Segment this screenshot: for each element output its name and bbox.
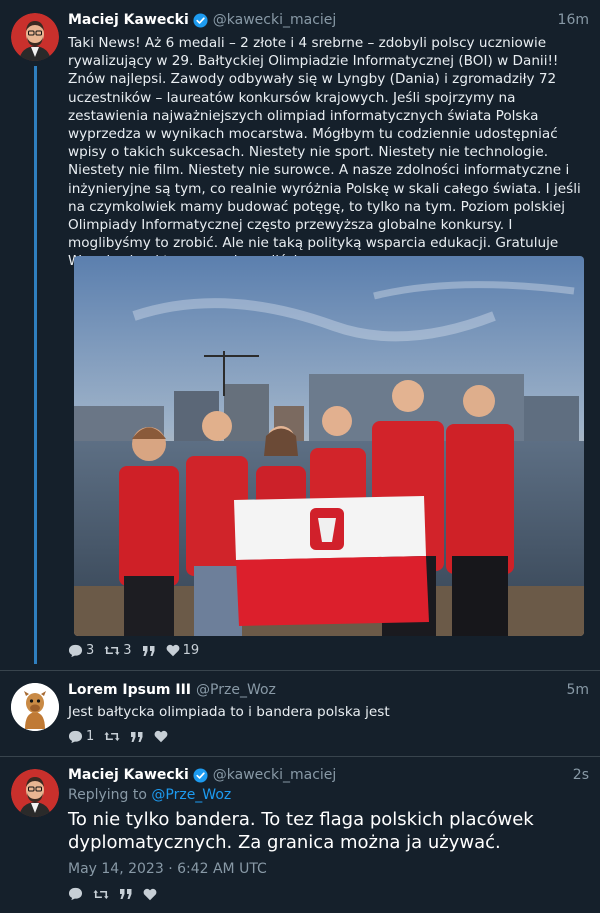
tweet-divider xyxy=(0,670,600,671)
quote-button[interactable] xyxy=(142,645,156,657)
reply-count: 3 xyxy=(86,643,95,658)
reply-count: 1 xyxy=(86,729,95,744)
author-name[interactable]: Maciej Kawecki xyxy=(68,767,189,783)
author-handle[interactable]: @Prze_Woz xyxy=(196,682,276,698)
replying-to-line: Replying to @Prze_Woz xyxy=(68,787,231,803)
like-icon xyxy=(166,644,179,657)
reply-button[interactable]: 3 xyxy=(68,643,94,658)
retweet-button[interactable] xyxy=(104,730,120,743)
reply-button[interactable]: 1 xyxy=(68,729,94,744)
tweet-header: Maciej Kawecki @kawecki_maciej xyxy=(68,10,336,30)
tweet-timestamp[interactable]: 2s xyxy=(573,767,589,783)
author-name[interactable]: Lorem Ipsum III xyxy=(68,682,191,698)
quote-button[interactable] xyxy=(130,731,144,743)
reply-icon xyxy=(68,644,83,657)
verified-badge-icon xyxy=(193,767,208,783)
replying-to-link[interactable]: @Prze_Woz xyxy=(151,787,231,803)
tweet-timestamp[interactable]: 5m xyxy=(566,682,589,698)
retweet-icon xyxy=(104,646,120,655)
avatar-maciej[interactable] xyxy=(11,769,59,817)
quote-icon xyxy=(120,889,132,899)
like-icon xyxy=(154,730,168,743)
retweet-button[interactable]: 3 xyxy=(104,643,132,658)
retweet-icon xyxy=(104,732,120,741)
quote-icon xyxy=(142,645,155,656)
quote-icon xyxy=(131,731,143,742)
like-icon xyxy=(143,888,157,900)
retweet-button[interactable] xyxy=(93,888,109,901)
author-handle[interactable]: @kawecki_maciej xyxy=(213,12,337,28)
tweet-timestamp[interactable]: 16m xyxy=(558,12,589,28)
tweet-text: To nie tylko bandera. To tez flaga polsk… xyxy=(68,809,534,853)
tweet-actions: 3 3 19 xyxy=(68,643,199,658)
tweet-header: Maciej Kawecki @kawecki_maciej xyxy=(68,765,336,785)
retweet-count: 3 xyxy=(123,643,132,658)
thread-connector-line xyxy=(34,66,37,664)
tweet-divider xyxy=(0,756,600,757)
tweet-date[interactable]: May 14, 2023 · 6:42 AM UTC xyxy=(68,861,267,877)
tweet-photo[interactable] xyxy=(74,256,584,636)
quote-button[interactable] xyxy=(119,888,133,900)
polish-flag xyxy=(234,496,429,626)
reply-button[interactable] xyxy=(68,887,83,901)
tweet-text: Jest bałtycka olimpiada to i bandera pol… xyxy=(68,704,390,720)
tweet-text: Taki News! Aż 6 medali – 2 złote i 4 sre… xyxy=(68,35,581,269)
retweet-icon xyxy=(93,889,109,899)
reply-icon xyxy=(68,887,83,901)
verified-badge-icon xyxy=(193,12,208,28)
like-button[interactable] xyxy=(143,888,157,901)
author-handle[interactable]: @kawecki_maciej xyxy=(213,767,337,783)
like-count: 19 xyxy=(182,643,200,658)
author-name[interactable]: Maciej Kawecki xyxy=(68,12,189,28)
reply-icon xyxy=(68,730,83,743)
tweet-actions xyxy=(68,887,157,901)
avatar-lorem-ipsum[interactable] xyxy=(11,683,59,731)
like-button[interactable]: 19 xyxy=(166,643,200,658)
tweet-header: Lorem Ipsum III @Prze_Woz xyxy=(68,680,276,700)
tweet-actions: 1 xyxy=(68,729,168,744)
like-button[interactable] xyxy=(154,730,168,743)
replying-label: Replying to xyxy=(68,787,147,803)
avatar-maciej[interactable] xyxy=(11,13,59,61)
